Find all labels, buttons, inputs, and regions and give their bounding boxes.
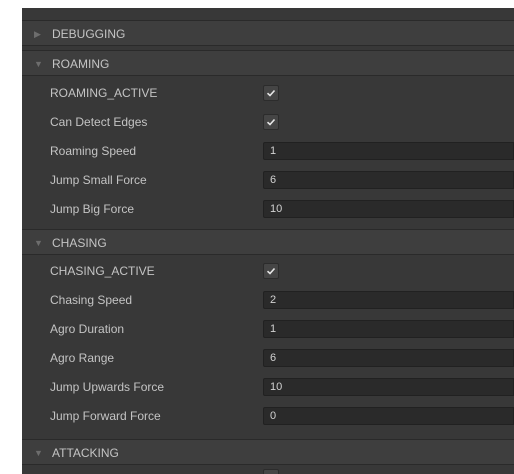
field-label: ROAMING_ACTIVE — [50, 86, 158, 100]
field-row-jump-small-force: Jump Small Force 6 — [22, 166, 514, 195]
roaming-speed-input[interactable]: 1 — [263, 142, 514, 160]
section-header-debugging[interactable]: ▶ DEBUGGING — [22, 20, 514, 46]
field-row-roaming-active: ROAMING_ACTIVE — [22, 79, 514, 108]
section-title: ATTACKING — [52, 446, 119, 460]
field-row-jump-forward-force: Jump Forward Force 0 — [22, 402, 514, 431]
field-value: 0 — [270, 410, 277, 422]
section-header-attacking[interactable]: ▼ ATTACKING — [22, 439, 514, 465]
jump-forward-force-input[interactable]: 0 — [263, 407, 514, 425]
field-value: 6 — [270, 174, 277, 186]
agro-duration-input[interactable]: 1 — [263, 320, 514, 338]
field-row-jump-big-force: Jump Big Force 10 — [22, 195, 514, 224]
triangle-right-icon[interactable]: ▶ — [34, 29, 41, 39]
jump-upwards-force-input[interactable]: 10 — [263, 378, 514, 396]
section-title: ROAMING — [52, 57, 110, 71]
field-label: Agro Duration — [50, 322, 125, 336]
roaming-active-checkbox[interactable] — [263, 85, 279, 101]
section-header-roaming[interactable]: ▼ ROAMING — [22, 50, 514, 76]
field-label: Chasing Speed — [50, 293, 133, 307]
field-value: 6 — [270, 352, 277, 364]
jump-small-force-input[interactable]: 6 — [263, 171, 514, 189]
field-label: Jump Small Force — [50, 173, 147, 187]
field-value: 1 — [270, 323, 277, 335]
field-label: Jump Forward Force — [50, 409, 161, 423]
field-value: 10 — [270, 203, 283, 215]
field-label: Roaming Speed — [50, 144, 137, 158]
triangle-down-icon[interactable]: ▼ — [34, 238, 43, 248]
section-title: CHASING — [52, 236, 107, 250]
field-row-cut-off — [22, 467, 514, 474]
field-value: 2 — [270, 294, 277, 306]
section-header-chasing[interactable]: ▼ CHASING — [22, 229, 514, 255]
checkmark-icon — [266, 118, 276, 126]
field-row-roaming-speed: Roaming Speed 1 — [22, 137, 514, 166]
checkbox[interactable] — [263, 469, 279, 474]
triangle-down-icon[interactable]: ▼ — [34, 59, 43, 69]
field-label: CHASING_ACTIVE — [50, 264, 155, 278]
can-detect-edges-checkbox[interactable] — [263, 114, 279, 130]
checkmark-icon — [266, 267, 276, 275]
field-label: Agro Range — [50, 351, 115, 365]
chasing-active-checkbox[interactable] — [263, 263, 279, 279]
field-label: Jump Upwards Force — [50, 380, 165, 394]
field-value: 10 — [270, 381, 283, 393]
field-row-chasing-active: CHASING_ACTIVE — [22, 257, 514, 286]
jump-big-force-input[interactable]: 10 — [263, 200, 514, 218]
field-row-can-detect-edges: Can Detect Edges — [22, 108, 514, 137]
field-value: 1 — [270, 145, 277, 157]
field-row-chasing-speed: Chasing Speed 2 — [22, 286, 514, 315]
field-label: Can Detect Edges — [50, 115, 148, 129]
chasing-speed-input[interactable]: 2 — [263, 291, 514, 309]
field-row-agro-duration: Agro Duration 1 — [22, 315, 514, 344]
checkmark-icon — [266, 89, 276, 97]
field-row-jump-upwards-force: Jump Upwards Force 10 — [22, 373, 514, 402]
triangle-down-icon[interactable]: ▼ — [34, 448, 43, 458]
field-label: Jump Big Force — [50, 202, 135, 216]
agro-range-input[interactable]: 6 — [263, 349, 514, 367]
inspector-panel: ▶ DEBUGGING ▼ ROAMING ROAMING_ACTIVE Can… — [22, 8, 514, 474]
section-title: DEBUGGING — [52, 27, 126, 41]
field-row-agro-range: Agro Range 6 — [22, 344, 514, 373]
